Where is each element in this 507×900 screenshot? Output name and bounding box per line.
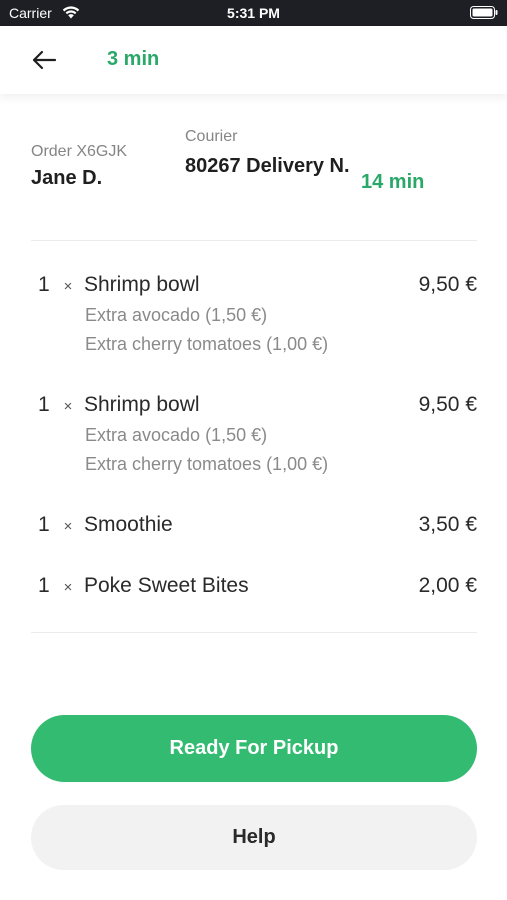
item-price: 2,00 € <box>418 574 477 597</box>
item-extra: Extra cherry tomatoes (1,00 €) <box>85 454 329 474</box>
list-item: 1 × Poke Sweet Bites 2,00 € <box>38 574 477 598</box>
item-name: Shrimp bowl <box>84 273 200 296</box>
item-name: Smoothie <box>84 513 173 536</box>
battery-icon <box>470 6 498 19</box>
item-extra: Extra avocado (1,50 €) <box>85 425 268 445</box>
item-quantity: 1 <box>38 393 50 416</box>
courier-info: Courier 80267 Delivery N. <box>185 128 355 180</box>
top-header: 3 min <box>0 26 507 94</box>
courier-name: 80267 Delivery N. <box>185 155 350 177</box>
item-price: 3,50 € <box>418 513 477 536</box>
list-item: 1 × Shrimp bowl 9,50 € Extra avocado (1,… <box>38 273 477 355</box>
item-name: Shrimp bowl <box>84 393 200 416</box>
order-number: Order X6GJK <box>31 143 128 160</box>
status-bar: Carrier 5:31 PM <box>0 0 507 26</box>
times-sign: × <box>63 579 73 596</box>
ready-for-pickup-button[interactable]: Ready For Pickup <box>31 715 477 782</box>
customer-name: Jane D. <box>31 167 103 189</box>
times-sign: × <box>63 518 73 535</box>
item-extra: Extra avocado (1,50 €) <box>85 305 268 325</box>
item-quantity: 1 <box>38 273 50 296</box>
clock: 5:31 PM <box>227 5 280 21</box>
order-info: Order X6GJK Jane D. <box>31 143 127 190</box>
divider <box>31 632 477 633</box>
item-quantity: 1 <box>38 574 50 597</box>
divider <box>31 240 477 241</box>
courier-eta: 14 min <box>361 171 425 193</box>
back-button[interactable] <box>28 46 60 74</box>
item-extra: Extra cherry tomatoes (1,00 €) <box>85 334 329 354</box>
item-quantity: 1 <box>38 513 50 536</box>
help-button[interactable]: Help <box>31 805 477 870</box>
times-sign: × <box>63 398 73 415</box>
list-item: 1 × Shrimp bowl 9,50 € Extra avocado (1,… <box>38 393 477 475</box>
courier-label: Courier <box>185 128 238 145</box>
item-price: 9,50 € <box>418 393 477 416</box>
times-sign: × <box>63 278 73 295</box>
item-price: 9,50 € <box>418 273 477 296</box>
arrow-left-icon <box>32 50 57 70</box>
list-item: 1 × Smoothie 3,50 € <box>38 513 477 537</box>
item-name: Poke Sweet Bites <box>84 574 249 597</box>
elapsed-time: 3 min <box>107 48 160 70</box>
